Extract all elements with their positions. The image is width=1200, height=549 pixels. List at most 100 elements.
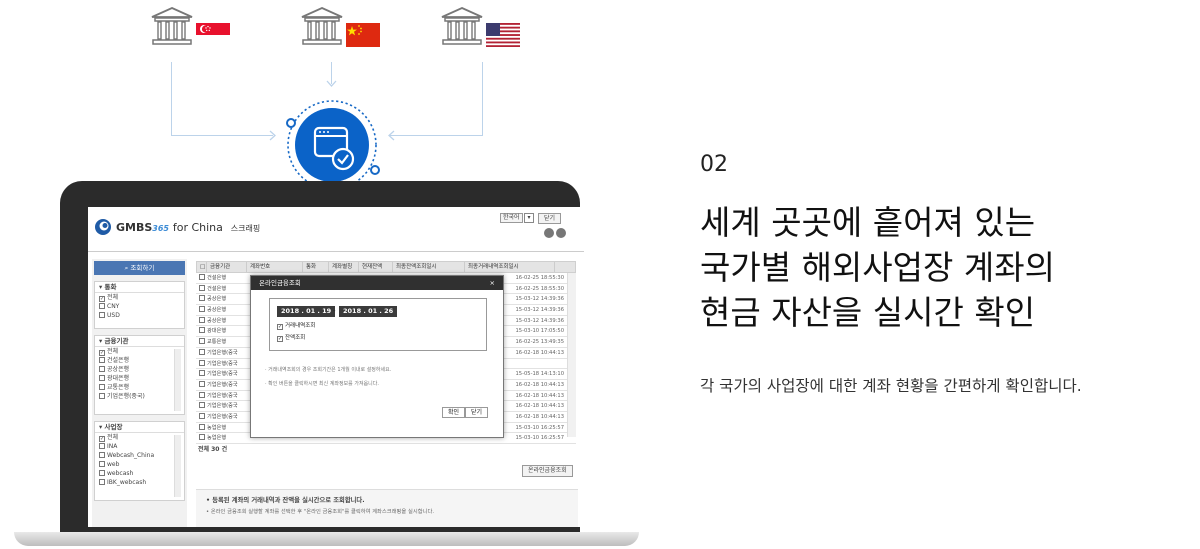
row-date: 15-05-18 14:13:10 [515, 371, 565, 378]
bank-china [300, 6, 382, 52]
row-bank: 기업은행(중국 [199, 412, 238, 422]
search-button[interactable]: ⌕ 조회하기 [94, 261, 185, 275]
row-bank: 기업은행(중국 [199, 401, 238, 411]
option-history[interactable]: ✓ 거래내역조회 [277, 321, 315, 330]
checkbox[interactable] [199, 348, 205, 355]
filter-item[interactable]: Webcash_China [95, 451, 184, 460]
row-date: 16-02-18 10:44:13 [515, 392, 565, 399]
row-bank: 공상은행 [199, 305, 226, 315]
checkbox[interactable] [199, 327, 205, 334]
checkbox[interactable] [199, 284, 205, 291]
confirm-button[interactable]: 확인 [442, 407, 466, 418]
total-count: 전체 30 건 [198, 446, 228, 453]
filter-item[interactable]: 기업은행(중국) [95, 392, 184, 401]
col-balance[interactable]: 현재잔액 [359, 262, 393, 272]
filter-item[interactable]: 공상은행 [95, 365, 184, 374]
filter-item[interactable]: ✓ 전체 [95, 347, 184, 356]
row-date: 16-02-18 10:44:13 [515, 381, 565, 388]
filter-item[interactable]: web [95, 460, 184, 469]
app-logo: GMBS365 for China 스크래핑 [116, 221, 261, 234]
checkbox[interactable] [99, 461, 105, 467]
col-currency[interactable]: 통화 [303, 262, 329, 272]
filter-item[interactable]: ✓ 전체 [95, 433, 184, 442]
filter-group-currency: ▾ 통화 ✓ 전체 CNY USD [94, 281, 185, 329]
checkbox[interactable] [99, 357, 105, 363]
language-select[interactable]: 한국어 [500, 213, 523, 223]
checkbox[interactable] [99, 470, 105, 476]
col-history-time[interactable]: 최종거래내역조회일시 [465, 262, 555, 272]
col-alias[interactable]: 계좌별칭 [329, 262, 359, 272]
checkbox[interactable] [99, 366, 105, 372]
checkbox[interactable] [199, 274, 205, 280]
step-number: 02 [700, 152, 728, 177]
notice-title: • 등록된 계좌의 거래내역과 잔액을 실시간으로 조회합니다. [206, 497, 365, 504]
checkbox[interactable] [99, 443, 105, 449]
checkbox[interactable] [99, 393, 105, 399]
group-title: ▾ 사업장 [95, 422, 184, 433]
settings-icon[interactable] [544, 228, 554, 238]
checkbox[interactable] [199, 295, 205, 302]
dialog-note-1: · 거래내역조회의 경우 조회기간은 1개월 이내로 설정하세요. [265, 367, 392, 373]
checkbox[interactable] [199, 423, 205, 430]
headline-line: 세계 곳곳에 흩어져 있는 [700, 203, 1036, 242]
filter-item[interactable]: 광대은행 [95, 374, 184, 383]
connector-right-h [390, 135, 482, 136]
row-bank: 건설은행 [199, 273, 226, 283]
row-bank: 기업은행(중국 [199, 380, 238, 390]
filter-item[interactable]: webcash [95, 469, 184, 478]
filter-item[interactable]: CNY [95, 302, 184, 311]
row-bank: 농업은행 [199, 423, 226, 433]
checkbox[interactable] [199, 306, 205, 313]
col-bank[interactable]: 금융기관 [207, 262, 247, 272]
row-bank: 기업은행(중국 [199, 359, 238, 369]
close-icon[interactable]: × [490, 276, 495, 290]
checkbox[interactable] [199, 412, 205, 419]
scrollbar[interactable] [174, 435, 181, 497]
checkbox[interactable]: ✓ [277, 336, 283, 342]
table-scrollbar[interactable] [567, 273, 576, 437]
checkbox[interactable] [199, 380, 205, 387]
filter-item[interactable]: USD [95, 311, 184, 320]
row-bank: 공상은행 [199, 294, 226, 304]
online-query-button[interactable]: 온라인금융조회 [522, 465, 573, 477]
checkbox[interactable] [99, 375, 105, 381]
checkbox[interactable] [199, 434, 205, 441]
filter-item[interactable]: IBK_webcash [95, 478, 184, 487]
row-date: 15-03-10 16:25:57 [515, 424, 565, 431]
row-date: 16-02-25 18:55:30 [515, 275, 565, 281]
col-account[interactable]: 계좌번호 [247, 262, 303, 272]
checkbox[interactable] [99, 312, 105, 318]
headline-line: 현금 자산을 실시간 확인 [700, 293, 1036, 332]
minimize-icon[interactable] [556, 228, 566, 238]
checkbox[interactable] [199, 316, 205, 323]
arrow-right-icon [269, 130, 276, 141]
select-all-checkbox[interactable]: □ [197, 262, 207, 272]
checkbox[interactable] [99, 452, 105, 458]
checkbox[interactable] [99, 303, 105, 309]
checkbox[interactable] [99, 384, 105, 390]
checkbox[interactable] [199, 370, 205, 377]
checkbox[interactable] [199, 359, 205, 366]
group-title: ▾ 금융기관 [95, 336, 184, 347]
checkbox[interactable]: ✓ [277, 324, 283, 330]
close-button[interactable]: 닫기 [538, 213, 562, 224]
dialog-close-button[interactable]: 닫기 [465, 407, 489, 418]
row-bank: 기업은행(중국 [199, 391, 238, 401]
checkbox[interactable] [99, 479, 105, 485]
filter-item[interactable]: ✓ 전체 [95, 293, 184, 302]
date-to-input[interactable]: 2018 . 01 . 26 [339, 306, 398, 317]
checkbox[interactable] [199, 391, 205, 398]
filter-item[interactable]: 건설은행 [95, 356, 184, 365]
bank-icon [301, 7, 343, 45]
scrollbar[interactable] [174, 349, 181, 411]
laptop-base [14, 532, 639, 546]
checkbox[interactable] [199, 338, 205, 345]
option-balance[interactable]: ✓ 잔액조회 [277, 333, 305, 342]
filter-item[interactable]: 교통은행 [95, 383, 184, 392]
headline-line: 국가별 해외사업장 계좌의 [700, 248, 1055, 287]
col-balance-time[interactable]: 최종잔액조회일시 [393, 262, 465, 272]
filter-item[interactable]: INA [95, 442, 184, 451]
checkbox[interactable] [199, 402, 205, 409]
date-from-input[interactable]: 2018 . 01 . 19 [277, 306, 336, 317]
chevron-down-icon[interactable]: ▾ [524, 213, 534, 223]
